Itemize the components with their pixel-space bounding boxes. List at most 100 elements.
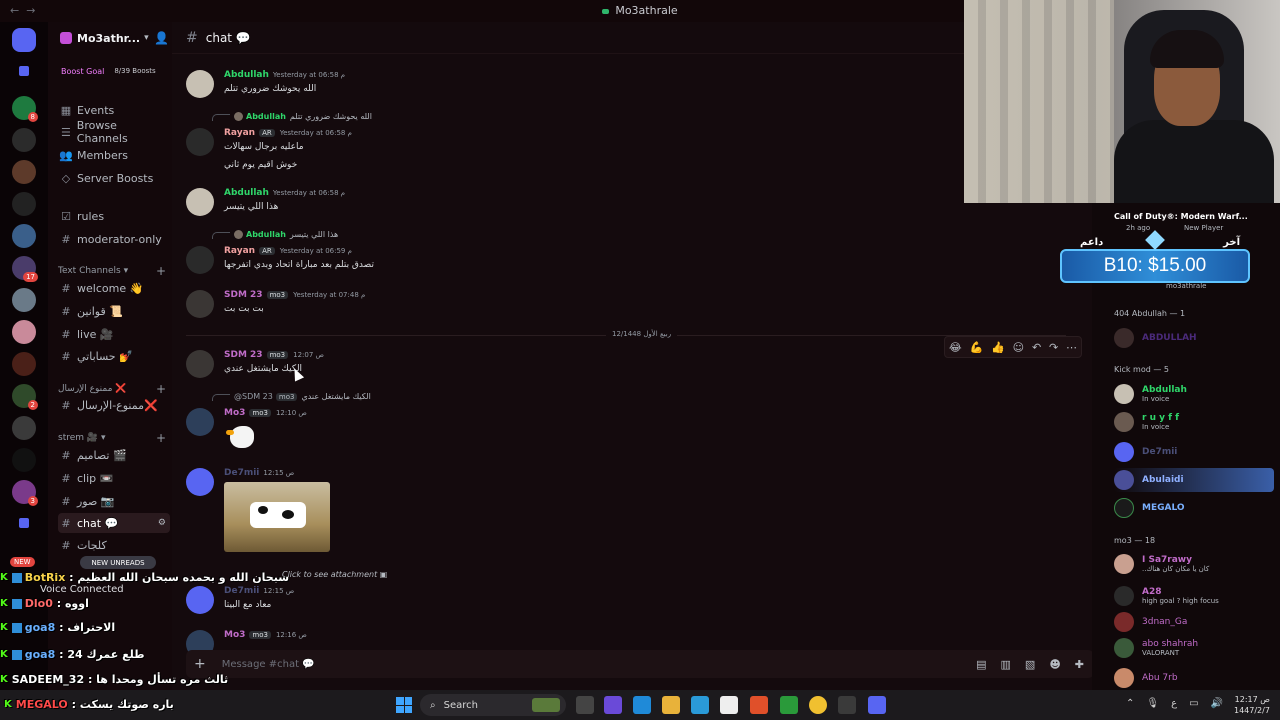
- channel-clip[interactable]: # clip 📼: [58, 468, 170, 488]
- forward-icon[interactable]: ↷: [1049, 341, 1058, 354]
- author-name[interactable]: Rayan: [224, 128, 255, 138]
- server-icon-11[interactable]: [12, 416, 36, 440]
- reply-icon[interactable]: ↶: [1032, 341, 1041, 354]
- server-icon-8[interactable]: [12, 320, 36, 344]
- server-icon-10[interactable]: 2: [12, 384, 38, 410]
- volume-icon[interactable]: 🔊: [1211, 698, 1223, 709]
- settings-icon[interactable]: ⚙: [158, 518, 166, 528]
- chevron-up-icon[interactable]: ⌃: [1126, 698, 1134, 709]
- member-row[interactable]: ABDULLAH: [1114, 326, 1274, 350]
- avatar[interactable]: [186, 586, 214, 614]
- composer-placeholder[interactable]: Message #chat 💬: [222, 659, 315, 670]
- xbox-icon[interactable]: [780, 696, 798, 714]
- member-row[interactable]: MEGALO: [1114, 496, 1274, 520]
- nav-members[interactable]: 👥 Members: [58, 145, 170, 165]
- category-strem[interactable]: strem 🎥 ▾ +: [58, 431, 170, 445]
- category-text-channels[interactable]: Text Channels ▾ +: [58, 264, 170, 278]
- channel-welcome[interactable]: # welcome 👋: [58, 278, 170, 298]
- store-icon[interactable]: [720, 696, 738, 714]
- network-icon[interactable]: ▭: [1189, 698, 1198, 709]
- avatar[interactable]: [186, 70, 214, 98]
- file-explorer-icon[interactable]: [662, 696, 680, 714]
- avatar[interactable]: [186, 128, 214, 156]
- duck-sticker[interactable]: [224, 422, 258, 452]
- member-row[interactable]: I Sa7rawy ..كان يا مكان كان هناك: [1114, 552, 1274, 576]
- nav-browse-channels[interactable]: ☰ Browse Channels: [58, 119, 170, 145]
- apps-icon[interactable]: ✚: [1075, 658, 1084, 671]
- author-name[interactable]: Mo3: [224, 630, 245, 640]
- member-row[interactable]: De7mii: [1114, 440, 1274, 464]
- reply-preview[interactable]: @SDM 23 mo3 الكيك مايشتغل عندي: [212, 392, 371, 401]
- activity-title[interactable]: Call of Duty®: Modern Warf...: [1114, 212, 1248, 221]
- more-icon[interactable]: ⋯: [1066, 341, 1077, 354]
- server-icon-12[interactable]: [12, 448, 36, 472]
- channel-live[interactable]: # live 🎥: [58, 324, 170, 344]
- cow-image-attachment[interactable]: [224, 482, 330, 552]
- windows-start-icon[interactable]: [396, 697, 412, 713]
- member-row[interactable]: A28 high goal ? high focus: [1114, 584, 1274, 608]
- server-icon-13[interactable]: 3: [12, 480, 38, 506]
- add-channel-icon[interactable]: +: [156, 264, 166, 278]
- system-clock[interactable]: 12:17 ص 1447/2/7: [1234, 694, 1270, 716]
- server-header[interactable]: Mo3athr... ▾ 👤: [48, 22, 172, 54]
- avatar[interactable]: [186, 350, 214, 378]
- brave-icon[interactable]: [750, 696, 768, 714]
- category-forbidden[interactable]: ممنوع الإرسال ❌ +: [58, 382, 170, 396]
- member-row[interactable]: Abu 7rb: [1114, 666, 1274, 690]
- channel-kalijat[interactable]: # كلجات: [58, 535, 170, 555]
- member-row[interactable]: Abdullah In voice: [1114, 382, 1274, 406]
- author-name[interactable]: De7mii: [224, 468, 259, 478]
- channel-rules[interactable]: ☑ rules: [58, 206, 170, 226]
- server-icon-4[interactable]: [12, 192, 36, 216]
- member-row[interactable]: r u y f f In voice: [1114, 410, 1274, 434]
- chrome-icon[interactable]: [809, 696, 827, 714]
- author-name[interactable]: Abdullah: [224, 188, 269, 198]
- server-icon-6[interactable]: 17: [12, 256, 38, 282]
- gift-icon[interactable]: ▤: [976, 658, 986, 671]
- channel-tasamim[interactable]: # تصاميم 🎬: [58, 445, 170, 465]
- reply-preview[interactable]: Abdullah هذا اللي يتيسر: [212, 230, 338, 239]
- reaction-laugh-icon[interactable]: 😂: [949, 341, 962, 354]
- folder-icon[interactable]: [19, 518, 29, 528]
- edge-dev-icon[interactable]: [691, 696, 709, 714]
- channel-suwar[interactable]: # صور 📷: [58, 491, 170, 511]
- obs-icon[interactable]: [838, 696, 856, 714]
- boost-goal[interactable]: Boost Goal 8/39 Boosts: [48, 60, 172, 82]
- author-name[interactable]: SDM 23: [224, 350, 263, 360]
- gif-icon[interactable]: ▥: [1001, 658, 1011, 671]
- reply-preview[interactable]: Click to see attachment ▣: [282, 570, 387, 579]
- mic-icon[interactable]: 🎙: [1146, 698, 1159, 709]
- reaction-flex-icon[interactable]: 💪: [970, 341, 984, 354]
- member-row[interactable]: 3dnan_Ga: [1114, 610, 1274, 634]
- avatar[interactable]: [186, 408, 214, 436]
- server-icon-7[interactable]: [12, 288, 36, 312]
- server-icon-3[interactable]: [12, 160, 36, 184]
- sticker-icon[interactable]: ▧: [1025, 658, 1035, 671]
- add-channel-icon[interactable]: +: [156, 382, 166, 396]
- taskbar-search[interactable]: ⌕ Search: [420, 694, 566, 716]
- add-channel-icon[interactable]: +: [156, 431, 166, 445]
- channel-chat[interactable]: # chat 💬 ⚙: [58, 513, 170, 533]
- author-name[interactable]: SDM 23: [224, 290, 263, 300]
- avatar[interactable]: [186, 468, 214, 496]
- author-name[interactable]: Rayan: [224, 246, 255, 256]
- invite-people-icon[interactable]: 👤: [154, 31, 169, 45]
- nav-server-boosts[interactable]: ◇ Server Boosts: [58, 168, 170, 188]
- author-name[interactable]: De7mii: [224, 586, 259, 596]
- channel-hasabati[interactable]: # حساباتي 💅: [58, 346, 170, 366]
- avatar[interactable]: [186, 290, 214, 318]
- avatar[interactable]: [186, 246, 214, 274]
- channel-moderator-only[interactable]: # moderator-only: [58, 229, 170, 249]
- lang-icon[interactable]: ع: [1171, 698, 1177, 709]
- edge-icon[interactable]: [633, 696, 651, 714]
- author-name[interactable]: Mo3: [224, 408, 245, 418]
- server-icon-1[interactable]: 8: [12, 96, 38, 122]
- add-reaction-icon[interactable]: ☺: [1013, 341, 1024, 354]
- add-attachment-icon[interactable]: +: [194, 656, 206, 672]
- discord-taskbar-icon[interactable]: [868, 696, 886, 714]
- nav-events[interactable]: ▦ Events: [58, 100, 170, 120]
- emoji-icon[interactable]: ☻: [1049, 658, 1060, 671]
- avatar[interactable]: [186, 188, 214, 216]
- member-row[interactable]: Abulaidi: [1114, 468, 1274, 492]
- reaction-thumbs-icon[interactable]: 👍: [991, 341, 1005, 354]
